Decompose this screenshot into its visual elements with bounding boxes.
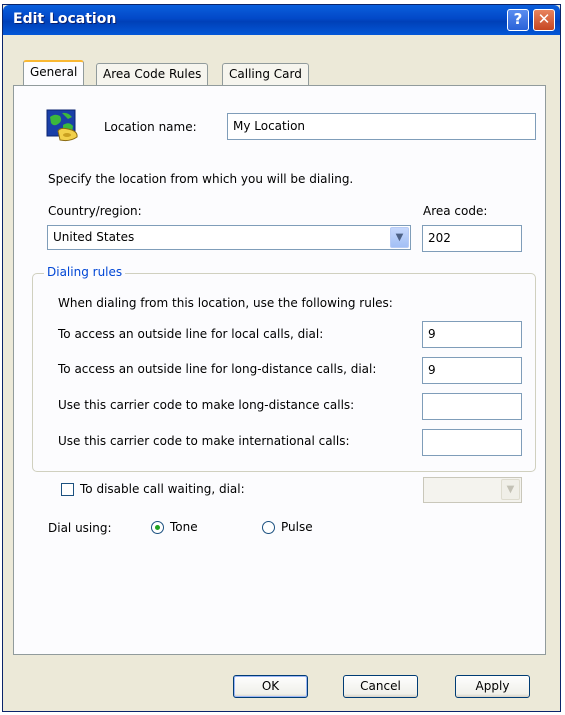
chevron-down-icon[interactable]: ▼ — [390, 227, 409, 248]
help-icon: ? — [513, 10, 523, 28]
help-button[interactable]: ? — [507, 9, 529, 31]
tab-label: General — [30, 65, 78, 79]
dialing-rules-intro: When dialing from this location, use the… — [58, 296, 393, 310]
tab-calling-card[interactable]: Calling Card — [222, 63, 309, 85]
location-name-value: My Location — [233, 119, 306, 133]
close-icon: ✕ — [537, 10, 551, 28]
tone-label: Tone — [170, 520, 198, 534]
long-distance-field[interactable]: 9 — [422, 357, 522, 384]
dial-using-label: Dial using: — [48, 521, 112, 535]
location-name-field[interactable]: My Location — [227, 113, 536, 140]
tab-label: Area Code Rules — [103, 67, 202, 81]
area-code-value: 202 — [428, 231, 451, 245]
chevron-down-icon[interactable]: ▼ — [501, 479, 520, 500]
cancel-button[interactable]: Cancel — [343, 675, 418, 698]
tab-general[interactable]: General — [23, 60, 85, 85]
carrier-international-label: Use this carrier code to make internatio… — [58, 434, 350, 448]
ok-button[interactable]: OK — [233, 675, 308, 698]
long-distance-label: To access an outside line for long-dista… — [58, 362, 377, 376]
area-code-field[interactable]: 202 — [422, 225, 522, 252]
globe-phone-icon — [46, 109, 78, 142]
call-waiting-label: To disable call waiting, dial: — [80, 482, 245, 496]
country-label: Country/region: — [48, 204, 142, 218]
apply-button[interactable]: Apply — [455, 675, 530, 698]
long-distance-value: 9 — [428, 363, 436, 377]
tab-label: Calling Card — [229, 67, 302, 81]
carrier-long-distance-label: Use this carrier code to make long-dista… — [58, 398, 355, 412]
location-name-label: Location name: — [104, 120, 197, 134]
call-waiting-dropdown[interactable]: ▼ — [423, 477, 522, 503]
specify-location-text: Specify the location from which you will… — [48, 172, 354, 186]
carrier-international-field[interactable] — [422, 429, 522, 456]
tab-area-code-rules[interactable]: Area Code Rules — [96, 63, 209, 85]
local-calls-field[interactable]: 9 — [422, 321, 522, 348]
cancel-label: Cancel — [360, 679, 401, 693]
window-title: Edit Location — [13, 11, 117, 27]
apply-label: Apply — [475, 679, 510, 693]
title-bar[interactable]: Edit Location ? ✕ — [3, 5, 560, 35]
carrier-long-distance-field[interactable] — [422, 393, 522, 420]
ok-label: OK — [261, 679, 280, 693]
dialing-rules-title: Dialing rules — [44, 265, 126, 279]
country-value: United States — [53, 230, 135, 244]
pulse-label: Pulse — [281, 520, 313, 534]
area-code-label: Area code: — [423, 204, 488, 218]
country-dropdown[interactable]: United States ▼ — [47, 225, 411, 250]
local-calls-label: To access an outside line for local call… — [58, 327, 324, 341]
local-calls-value: 9 — [428, 327, 436, 341]
radio-selected-dot — [155, 525, 160, 530]
close-button[interactable]: ✕ — [533, 9, 555, 31]
call-waiting-checkbox[interactable] — [61, 483, 74, 496]
pulse-radio[interactable] — [262, 521, 275, 534]
tone-radio[interactable] — [151, 521, 164, 534]
